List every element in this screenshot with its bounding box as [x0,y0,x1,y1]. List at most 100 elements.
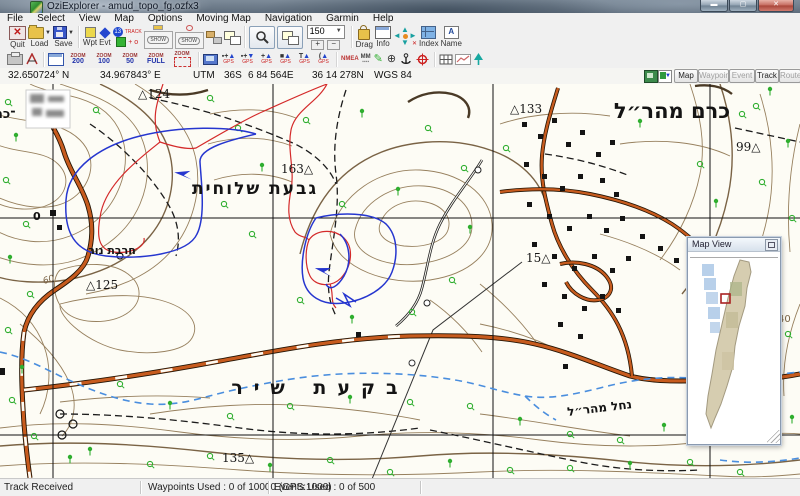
waypoint-toggle-button[interactable]: Wpt [83,25,97,49]
menu-help[interactable]: Help [366,13,401,24]
load-button[interactable]: ▼ Load [28,24,51,49]
gps-download-tracks-button[interactable]: ■▲ GPS [277,51,294,67]
track-display-control[interactable]: 13 TRACK + o [112,25,142,49]
3d-view-button[interactable] [473,51,484,67]
gps-upload-tracks-button[interactable]: +▲ GPS [258,51,275,67]
spot-height-99: 99△ [736,140,761,154]
main-toolbar: ✕ Quit ▼ Load ▼ Save Wpt Evt 13 TRACK + o… [0,24,800,51]
moving-map-button[interactable]: MM ▪▪▪▪ [361,51,371,67]
menu-view[interactable]: View [72,13,108,24]
event-icon [99,26,111,39]
floppy-icon [52,26,67,39]
pan-right-icon[interactable]: ► [409,32,417,40]
zoom-window-button[interactable]: ZOOM [170,51,194,67]
name-tag-icon: A [443,26,459,39]
map-view-titlebar[interactable]: Map View [688,238,780,252]
menu-map[interactable]: Map [107,13,140,24]
info-window-icon [375,26,391,39]
label-hurbat: חרבת נור [88,244,136,257]
caliper-icon [26,53,38,65]
zoom-level-combo[interactable]: 150 ▼ [306,24,345,39]
map-canvas[interactable]: גבעת שלוחית כרם מהר״ל חרבת נור בקעת שיר … [0,83,800,485]
man-overboard-button[interactable] [416,51,429,67]
map-view-panel[interactable]: Map View [686,236,782,446]
map-windows-button[interactable] [223,25,241,49]
save-button[interactable]: ▼ Save [52,25,74,49]
chevron-down-icon: ▼ [335,27,342,34]
maximize-button[interactable]: ▢ [729,0,757,12]
utm-label: UTM [193,70,215,81]
minimize-button[interactable]: ▬ [700,0,728,12]
map-view-restore-button[interactable] [765,239,778,251]
title-bar[interactable]: OziExplorer - amud_topo_fg.ozfx3 ▬ ▢ ✕ [0,0,800,14]
show-waypoints-button[interactable]: SHOW [143,25,173,49]
map-view-body[interactable] [688,252,780,443]
event-toggle-button[interactable]: Evt [99,25,111,49]
status-events-used: Events Used : 0 of 500 [274,482,376,493]
menu-select[interactable]: Select [30,13,72,24]
map-tab-button[interactable]: Map [674,69,698,83]
chevron-down-icon: ▼ [45,29,51,36]
grid-config-button[interactable] [439,51,453,67]
drag-map-button[interactable]: Drag [356,25,373,49]
position-target-button[interactable]: ⊕ [387,51,396,67]
wheel-icon [416,53,429,65]
spot-height-15: 15△ [526,251,551,265]
print-map-button[interactable] [7,51,23,67]
menu-moving-map[interactable]: Moving Map [189,13,257,24]
event-tab-button[interactable]: Event [729,69,755,83]
draw-track-button[interactable]: ✎ [374,51,383,67]
info-button[interactable]: Info [375,25,391,49]
label-nahal-maharal: נחל מהר״ל [566,397,632,419]
map-index-button[interactable]: Index [419,25,439,49]
pan-down-icon[interactable]: ▼ [401,39,409,47]
resize-grip[interactable] [767,430,780,443]
menu-file[interactable]: File [0,13,30,24]
quit-button[interactable]: ✕ Quit [9,25,26,49]
pan-left-icon[interactable]: ◄ [393,32,401,40]
status-bar: Track Received Waypoints Used : 0 of 100… [0,478,800,496]
anchor-alarm-button[interactable] [400,51,412,67]
spot-height-133: △133 [510,102,542,116]
longitude-display: 34.967843° E [100,70,161,81]
pan-center-icon[interactable] [403,34,408,39]
folder-icon [28,24,44,39]
zoom-increase-button[interactable]: + [311,39,325,50]
pan-close-icon[interactable]: ✕ [412,40,417,48]
israel-overview-map[interactable] [688,252,778,442]
save-position-button[interactable] [658,70,672,83]
zoom-100-button[interactable]: ZOOM 100 [92,51,116,67]
zoom-50-button[interactable]: ZOOM 50 [118,51,142,67]
zoom-200-button[interactable]: ZOOM 200 [66,51,90,67]
copy-map-button[interactable] [48,51,64,67]
cascade-windows-button[interactable] [276,25,303,49]
pencil-icon: ✎ [373,52,383,65]
gps-upload-waypoints-button[interactable]: ▪+▲ GPS [220,51,237,67]
pan-arrows-control[interactable]: ▲ ▼ ◄ ► ✕ [392,26,418,48]
zoom-decrease-button[interactable]: − [327,39,341,50]
pan-up-icon[interactable]: ▲ [401,26,409,34]
magnifier-button[interactable] [248,25,275,49]
menu-navigation[interactable]: Navigation [258,13,319,24]
menu-garmin[interactable]: Garmin [319,13,366,24]
gps-upload-routes-button[interactable]: T▲ GPS [296,51,313,67]
waypoint-tab-button[interactable]: Waypoint [698,69,732,83]
track-bar-button[interactable] [205,25,222,49]
windows-icon [223,30,241,45]
measure-distance-button[interactable] [25,51,39,67]
gps-download-routes-button[interactable]: (▲ GPS [315,51,332,67]
name-search-button[interactable]: A Name [441,25,462,49]
route-tab-button[interactable]: Route [779,69,800,83]
screen-config-button[interactable] [203,51,218,67]
nmea-logging-button[interactable]: NMEA [341,51,359,67]
gps-download-waypoints-button[interactable]: ▪+▼ GPS [239,51,256,67]
altitude-profile-button[interactable] [455,51,472,67]
index-map-icon [421,26,437,39]
full-screen-button[interactable] [644,70,658,83]
track-tab-button[interactable]: Track [755,69,779,83]
show-events-button[interactable]: SHOW [174,25,204,49]
menu-options[interactable]: Options [141,13,189,24]
topo-map[interactable]: גבעת שלוחית כרם מהר״ל חרבת נור בקעת שיר … [0,83,800,485]
zoom-full-button[interactable]: ZOOM FULL [144,51,168,67]
close-button[interactable]: ✕ [758,0,794,12]
